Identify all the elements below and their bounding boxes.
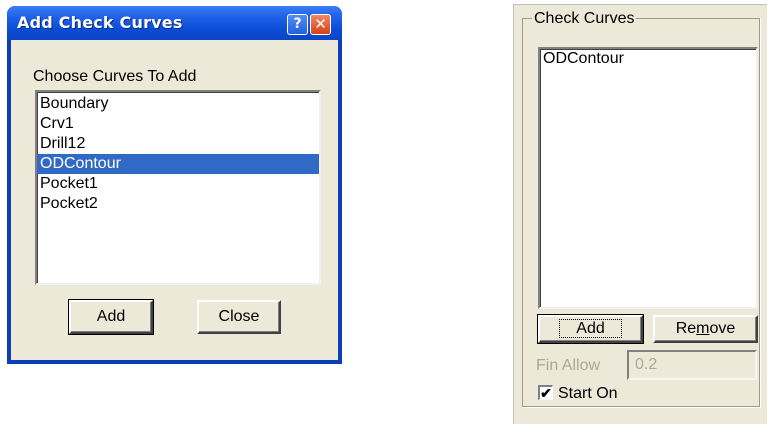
panel-add-button[interactable]: Add xyxy=(537,314,644,344)
dialog-title: Add Check Curves xyxy=(17,13,183,32)
dialog-titlebar[interactable]: Add Check Curves ? ✕ xyxy=(7,6,342,40)
list-item-crv1[interactable]: Crv1 xyxy=(37,114,319,134)
remove-button[interactable]: Remove xyxy=(653,315,758,343)
add-button[interactable]: Add xyxy=(68,299,154,335)
check-curves-panel: Check Curves ODContour Add Remove Fin Al… xyxy=(513,4,767,424)
start-on-checkbox[interactable]: ✔ xyxy=(538,385,553,400)
help-icon[interactable]: ? xyxy=(287,14,308,35)
list-item-drill12[interactable]: Drill12 xyxy=(37,134,319,154)
add-check-curves-dialog: Add Check Curves ? ✕ Choose Curves To Ad… xyxy=(7,6,342,364)
close-button[interactable]: Close xyxy=(197,300,281,334)
check-curves-listbox[interactable]: ODContour xyxy=(538,47,758,309)
curves-listbox[interactable]: Boundary Crv1 Drill12 ODContour Pocket1 … xyxy=(35,90,321,285)
start-on-label[interactable]: Start On xyxy=(558,385,618,403)
dialog-body: Choose Curves To Add Boundary Crv1 Drill… xyxy=(11,40,338,360)
list-item-boundary[interactable]: Boundary xyxy=(37,94,319,114)
choose-curves-label: Choose Curves To Add xyxy=(33,68,197,85)
list-item-pocket2[interactable]: Pocket2 xyxy=(37,194,319,214)
remove-label-suffix: ove xyxy=(709,320,736,337)
check-curves-title: Check Curves xyxy=(532,10,637,28)
panel-add-label: Add xyxy=(559,319,622,338)
list-item-odcontour[interactable]: ODContour xyxy=(540,49,756,69)
remove-label-accel: m xyxy=(696,320,710,337)
close-icon[interactable]: ✕ xyxy=(310,14,331,35)
remove-label-prefix: Re xyxy=(675,320,697,337)
fin-allow-label: Fin Allow xyxy=(536,357,601,374)
fin-allow-field[interactable]: 0.2 xyxy=(627,350,757,380)
list-item-pocket1[interactable]: Pocket1 xyxy=(37,174,319,194)
list-item-odcontour[interactable]: ODContour xyxy=(37,154,319,174)
